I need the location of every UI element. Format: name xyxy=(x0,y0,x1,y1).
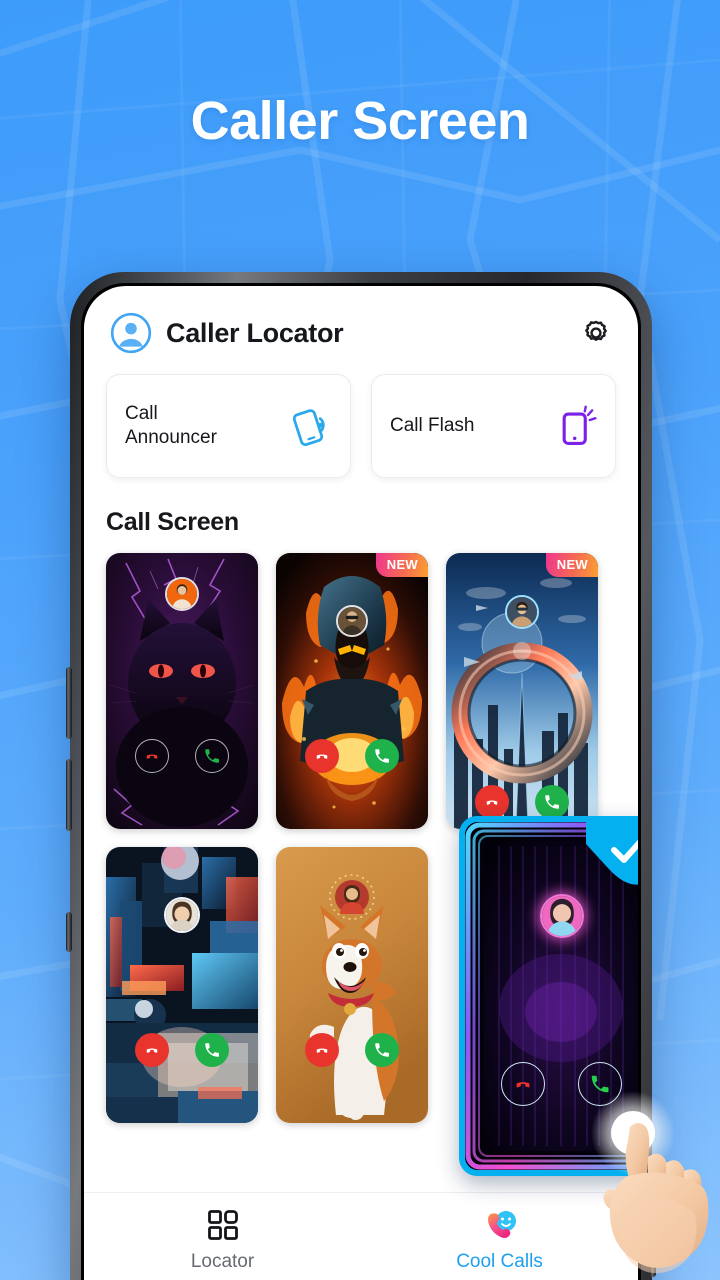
phone-flash-icon xyxy=(555,404,599,448)
volume-up-button[interactable] xyxy=(66,667,72,739)
section-title: Call Screen xyxy=(106,508,239,536)
bottom-navigation-bar: Locator Cool Calls xyxy=(84,1192,638,1280)
call-action-buttons xyxy=(276,1033,428,1067)
power-button[interactable] xyxy=(650,1157,656,1277)
theme-artwork xyxy=(276,553,428,829)
call-announcer-card[interactable]: Call Announcer xyxy=(106,374,351,478)
selected-theme-preview[interactable] xyxy=(459,816,638,1176)
app-header: Caller Locator xyxy=(84,286,638,368)
feature-card-row: Call Announcer Call Flash xyxy=(84,368,638,478)
phone-screen: Caller Locator Call Announcer Call Flash… xyxy=(84,286,638,1280)
decline-call-button[interactable] xyxy=(475,785,509,819)
nav-item-locator[interactable]: Locator xyxy=(84,1193,361,1280)
call-announcer-label: Call Announcer xyxy=(125,403,217,448)
accept-call-button[interactable] xyxy=(577,1062,622,1106)
call-flash-card[interactable]: Call Flash xyxy=(371,374,616,478)
accept-call-button[interactable] xyxy=(195,739,229,773)
decline-call-button[interactable] xyxy=(305,1033,339,1067)
nav-label-cool-calls: Cool Calls xyxy=(456,1251,543,1272)
call-flash-label: Call Flash xyxy=(390,415,475,437)
person-circle-icon[interactable] xyxy=(110,312,152,354)
phone-ring-icon xyxy=(290,404,334,448)
phone-mockup: Caller Locator Call Announcer Call Flash… xyxy=(66,272,656,1280)
cool-calls-icon xyxy=(483,1208,517,1242)
theme-thumbnail-fire-demon[interactable]: NEW xyxy=(276,553,428,829)
new-badge: NEW xyxy=(375,553,428,577)
nav-item-cool-calls[interactable]: Cool Calls xyxy=(361,1193,638,1280)
selected-check-ribbon xyxy=(586,822,638,894)
accept-call-button[interactable] xyxy=(365,739,399,773)
call-action-buttons xyxy=(446,785,598,819)
theme-thumbnail-scifi-portal[interactable]: NEW xyxy=(446,553,598,829)
new-badge: NEW xyxy=(545,553,598,577)
accept-call-button[interactable] xyxy=(195,1033,229,1067)
decline-call-button[interactable] xyxy=(501,1062,546,1106)
call-action-buttons xyxy=(465,1062,638,1106)
caller-avatar xyxy=(505,595,539,629)
nav-label-locator: Locator xyxy=(190,1251,255,1272)
theme-artwork xyxy=(276,847,428,1123)
caller-avatar xyxy=(164,897,200,933)
caller-avatar xyxy=(336,605,368,637)
phone-bezel: Caller Locator Call Announcer Call Flash… xyxy=(81,283,641,1280)
caller-avatar xyxy=(539,894,584,938)
decline-call-button[interactable] xyxy=(305,739,339,773)
accept-call-button[interactable] xyxy=(535,785,569,819)
accept-call-button[interactable] xyxy=(365,1033,399,1067)
decline-call-button[interactable] xyxy=(135,739,169,773)
mute-switch-button[interactable] xyxy=(66,912,72,952)
gear-icon[interactable] xyxy=(580,317,612,349)
caller-avatar xyxy=(165,577,199,611)
selected-theme-artwork xyxy=(465,822,638,1170)
call-action-buttons xyxy=(106,1033,258,1067)
volume-down-button[interactable] xyxy=(66,759,72,831)
decline-call-button[interactable] xyxy=(135,1033,169,1067)
theme-thumbnail-corgi-dog[interactable] xyxy=(276,847,428,1123)
call-action-buttons xyxy=(276,739,428,773)
app-title: Caller Locator xyxy=(166,317,344,348)
theme-thumbnail-abstract-cubes[interactable] xyxy=(106,847,258,1123)
theme-thumbnail-black-cat[interactable] xyxy=(106,553,258,829)
call-action-buttons xyxy=(106,739,258,773)
theme-artwork xyxy=(106,847,258,1123)
grid-icon xyxy=(206,1208,240,1242)
promo-title: Caller Screen xyxy=(190,91,530,151)
